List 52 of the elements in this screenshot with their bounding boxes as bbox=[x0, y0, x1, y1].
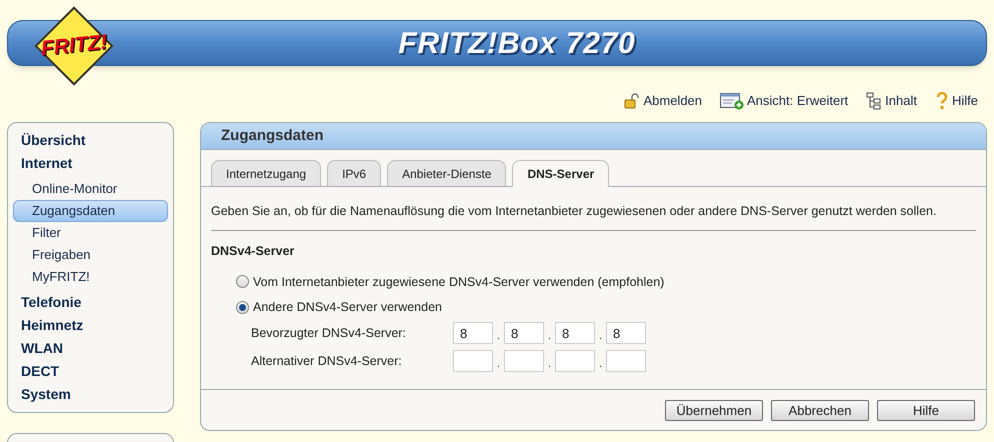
nav-item[interactable]: Heimnetz bbox=[13, 314, 168, 337]
octet-field[interactable]: 8 bbox=[504, 322, 544, 344]
nav-subitem[interactable]: Filter bbox=[13, 222, 168, 244]
section-title: DNSv4-Server bbox=[211, 242, 296, 260]
nav-item[interactable]: Internet bbox=[13, 152, 168, 175]
action-button[interactable]: Abbrechen bbox=[771, 400, 869, 420]
panel-title: Zugangsdaten bbox=[221, 126, 324, 146]
nav-item[interactable]: WLAN bbox=[13, 337, 168, 360]
nav-item[interactable]: System bbox=[13, 383, 168, 406]
dot-separator: . bbox=[598, 358, 603, 372]
octet-field[interactable]: 8 bbox=[453, 322, 493, 344]
dot-separator: . bbox=[547, 358, 552, 372]
question-mark-icon bbox=[934, 92, 949, 110]
sitemap-icon bbox=[866, 92, 882, 110]
padlock-icon bbox=[624, 93, 640, 109]
octet-field[interactable] bbox=[453, 350, 493, 372]
nav-subitem[interactable]: Zugangsdaten bbox=[13, 200, 168, 222]
nav-item[interactable]: Telefonie bbox=[13, 291, 168, 314]
nav-item[interactable]: Übersicht bbox=[13, 129, 168, 152]
nav-item[interactable]: DECT bbox=[13, 360, 168, 383]
top-link[interactable]: Abmelden bbox=[643, 91, 702, 111]
dot-separator: . bbox=[496, 330, 501, 344]
nav-subitem[interactable]: Online-Monitor bbox=[13, 178, 168, 200]
tab[interactable]: DNS-Server bbox=[512, 160, 610, 187]
header-title: FRITZ!Box 7270 bbox=[398, 26, 636, 62]
radio-button[interactable] bbox=[236, 301, 249, 314]
tab[interactable]: Internetzugang bbox=[211, 160, 322, 186]
tab[interactable]: Anbieter-Dienste bbox=[387, 160, 506, 186]
field-label: Bevorzugter DNSv4-Server: bbox=[251, 324, 407, 342]
dot-separator: . bbox=[598, 330, 603, 344]
window-plus-icon bbox=[720, 92, 744, 110]
octet-field[interactable] bbox=[555, 350, 595, 372]
top-link[interactable]: Hilfe bbox=[952, 91, 978, 111]
radio-label[interactable]: Vom Internetanbieter zugewiesene DNSv4-Server verwenden (empfohlen) bbox=[253, 272, 664, 292]
octet-field[interactable]: 8 bbox=[606, 322, 646, 344]
action-button[interactable]: Übernehmen bbox=[665, 400, 763, 420]
field-label: Alternativer DNSv4-Server: bbox=[251, 352, 403, 370]
octet-field[interactable] bbox=[606, 350, 646, 372]
logo-text: FRITZ! bbox=[39, 30, 109, 63]
dot-separator: . bbox=[496, 358, 501, 372]
octet-field[interactable]: 8 bbox=[555, 322, 595, 344]
radio-button[interactable] bbox=[236, 275, 249, 288]
octet-field[interactable] bbox=[504, 350, 544, 372]
radio-label[interactable]: Andere DNSv4-Server verwenden bbox=[253, 298, 442, 317]
action-button[interactable]: Hilfe bbox=[877, 400, 975, 420]
intro-text: Geben Sie an, ob für die Namenauflösung die vom Internetanbieter zugewiesenen oder andere DNS-Server genutzt werden sollen. bbox=[211, 203, 938, 220]
tab[interactable]: IPv6 bbox=[327, 160, 382, 186]
nav-subitem[interactable]: Freigaben bbox=[13, 244, 168, 266]
top-link[interactable]: Inhalt bbox=[885, 91, 917, 111]
dot-separator: . bbox=[547, 330, 552, 344]
nav-subitem[interactable]: MyFRITZ! bbox=[13, 266, 168, 288]
top-link[interactable]: Ansicht: Erweitert bbox=[747, 91, 848, 111]
